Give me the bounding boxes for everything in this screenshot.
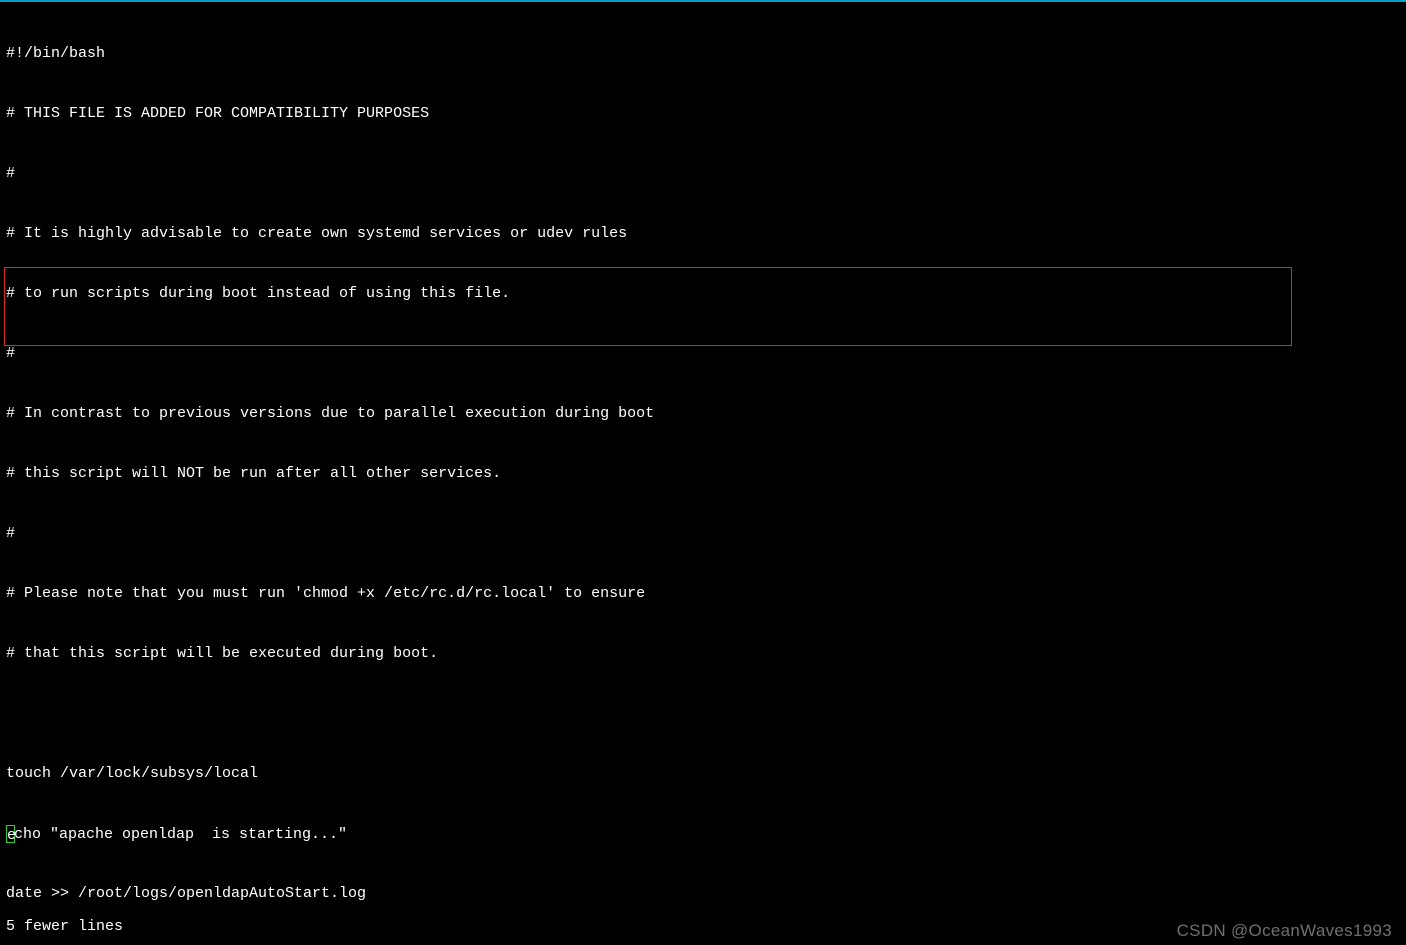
file-line: # <box>0 164 1406 184</box>
file-line: # to run scripts during boot instead of … <box>0 284 1406 304</box>
file-line <box>0 704 1406 724</box>
file-line: # THIS FILE IS ADDED FOR COMPATIBILITY P… <box>0 104 1406 124</box>
file-line: # <box>0 524 1406 544</box>
file-line-rest: cho "apache openldap is starting..." <box>14 826 347 843</box>
cursor-block: e <box>6 825 15 843</box>
vim-editor-buffer[interactable]: #!/bin/bash # THIS FILE IS ADDED FOR COM… <box>0 4 1406 921</box>
file-line: # In contrast to previous versions due t… <box>0 404 1406 424</box>
file-line: touch /var/lock/subsys/local <box>0 764 1406 784</box>
annotation-highlight-box <box>4 267 1292 346</box>
window-top-border <box>0 0 1406 2</box>
file-line: # It is highly advisable to create own s… <box>0 224 1406 244</box>
file-line: date >> /root/logs/openldapAutoStart.log <box>0 884 1406 904</box>
file-line: # this script will NOT be run after all … <box>0 464 1406 484</box>
file-line: # that this script will be executed duri… <box>0 644 1406 664</box>
vim-status-line: 5 fewer lines <box>0 917 1406 941</box>
file-line-cursor: echo "apache openldap is starting..." <box>0 824 1406 844</box>
file-line: #!/bin/bash <box>0 44 1406 64</box>
file-line: # <box>0 344 1406 364</box>
file-line: # Please note that you must run 'chmod +… <box>0 584 1406 604</box>
